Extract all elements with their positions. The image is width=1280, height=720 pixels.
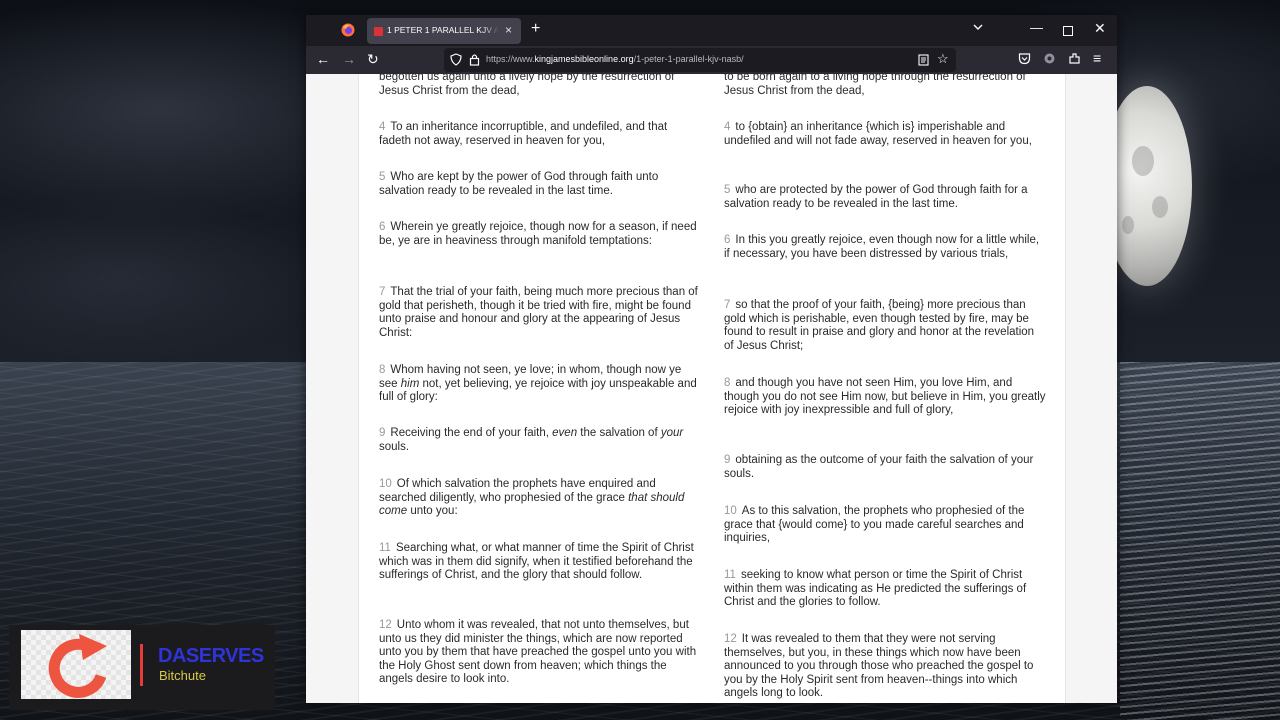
url-text[interactable]: https://www.kingjamesbibleonline.org/1-p… (486, 54, 744, 64)
forward-button[interactable]: → (342, 51, 356, 67)
kjv-verse-4: 4 To an inheritance incorruptible, and un… (379, 121, 701, 148)
verse-text: begotten us again unto a lively hope by … (379, 74, 675, 97)
chevron-down-icon[interactable] (972, 21, 984, 33)
nasb-verse-7: 7 so that the proof of your faith, {being… (724, 299, 1046, 353)
nasb-verse-6: 6 In this you greatly rejoice, even thoug… (724, 234, 1046, 261)
verse-text: Of which salvation the prophets have enq… (379, 478, 685, 518)
kjv-verse-11: 11 Searching what, or what manner of time… (379, 542, 701, 583)
verse-text: Searching what, or what manner of time t… (379, 542, 694, 582)
verse-number[interactable]: 8 (379, 364, 385, 376)
verse-number[interactable]: 7 (724, 299, 730, 311)
moonlight-reflection (1120, 362, 1280, 720)
extensions-icon[interactable] (1068, 52, 1081, 65)
verse-text: so that the proof of your faith, {being}… (724, 299, 1035, 352)
page-viewport[interactable]: begotten us again unto a lively hope by … (306, 74, 1117, 703)
verse-text: Unto whom it was revealed, that not unto… (379, 619, 697, 686)
verse-number[interactable]: 10 (379, 478, 392, 490)
tab-1-peter-parallel[interactable]: 1 PETER 1 PARALLEL KJV AND NASB × (367, 18, 521, 44)
verse-number[interactable]: 9 (724, 454, 730, 466)
tab-title: 1 PETER 1 PARALLEL KJV AND NASB (387, 25, 499, 35)
verse-text: Wherein ye greatly rejoice, though now f… (379, 221, 697, 247)
parallel-bible-content: begotten us again unto a lively hope by … (358, 74, 1066, 703)
navigation-toolbar: ← → ↻ https://www.kingjamesbibleonline.o… (306, 46, 1117, 74)
nasb-verse-11: 11 seeking to know what person or time th… (724, 569, 1046, 610)
close-window-button[interactable]: ✕ (1094, 20, 1106, 37)
site-favicon-icon (374, 27, 383, 36)
kjv-verse-7: 7 That the trial of your faith, being muc… (379, 286, 701, 340)
verse-text: That the trial of your faith, being much… (379, 286, 698, 339)
verse-text: As to this salvation, the prophets who p… (724, 505, 1025, 545)
channel-name: DASERVES (158, 645, 264, 667)
maximize-button[interactable] (1063, 26, 1073, 36)
verse-text: Whom having not seen, ye love; in whom, … (379, 364, 697, 404)
kjv-verse-6: 6 Wherein ye greatly rejoice, though now … (379, 221, 701, 248)
address-bar[interactable]: https://www.kingjamesbibleonline.org/1-p… (444, 48, 956, 72)
reader-view-icon[interactable] (918, 54, 929, 66)
verse-number[interactable]: 6 (724, 234, 730, 246)
back-button[interactable]: ← (316, 51, 330, 67)
verse-number[interactable]: 4 (379, 121, 385, 133)
verse-number[interactable]: 12 (379, 619, 392, 631)
verse-text: Who are kept by the power of God through… (379, 171, 659, 197)
kjv-verse-8: 8 Whom having not seen, ye love; in whom,… (379, 364, 701, 405)
verse-text: and though you have not seen Him, you lo… (724, 377, 1046, 417)
kjv-verse-10: 10 Of which salvation the prophets have e… (379, 478, 701, 519)
verse-number[interactable]: 12 (724, 633, 737, 645)
verse-number[interactable]: 10 (724, 505, 737, 517)
verse-text: In this you greatly rejoice, even though… (724, 234, 1040, 260)
verse-number[interactable]: 4 (724, 121, 730, 133)
bookmark-star-icon[interactable]: ☆ (937, 51, 949, 67)
verse-text: Receiving the end of your faith, even th… (379, 427, 684, 453)
watermark-divider (140, 644, 143, 686)
nasb-verse-10: 10 As to this salvation, the prophets who… (724, 505, 1046, 546)
verse-number[interactable]: 5 (724, 184, 730, 196)
minimize-button[interactable]: — (1030, 20, 1043, 35)
verse-text: seeking to know what person or time the … (724, 569, 1027, 609)
verse-number[interactable]: 9 (379, 427, 385, 439)
verse-text: to be born again to a living hope throug… (724, 74, 1026, 97)
channel-logo (21, 630, 131, 699)
verse-number[interactable]: 6 (379, 221, 385, 233)
pocket-icon[interactable] (1018, 52, 1031, 65)
nasb-verse-8: 8 and though you have not seen Him, you l… (724, 377, 1046, 418)
kjv-verse-continued: begotten us again unto a lively hope by … (379, 74, 701, 98)
verse-number[interactable]: 8 (724, 377, 730, 389)
verse-text: It was revealed to them that they were n… (724, 633, 1034, 700)
verse-text: who are protected by the power of God th… (724, 184, 1028, 210)
kjv-verse-5: 5 Who are kept by the power of God throug… (379, 171, 701, 198)
firefox-icon[interactable] (341, 23, 355, 37)
verse-number[interactable]: 5 (379, 171, 385, 183)
verse-number[interactable]: 7 (379, 286, 385, 298)
refresh-arrow-icon (48, 634, 107, 698)
channel-platform: Bitchute (159, 668, 206, 683)
lock-icon[interactable] (469, 53, 480, 66)
extension-puzzle-icon[interactable] (1043, 52, 1056, 65)
verse-text: to {obtain} an inheritance {which is} im… (724, 121, 1032, 147)
nasb-verse-12: 12 It was revealed to them that they were… (724, 633, 1046, 701)
nasb-verse-9: 9 obtaining as the outcome of your faith … (724, 454, 1046, 481)
nasb-verse-4: 4 to {obtain} an inheritance {which is} i… (724, 121, 1046, 148)
kjv-verse-9: 9 Receiving the end of your faith, even t… (379, 427, 701, 454)
verse-number[interactable]: 11 (379, 542, 391, 554)
verse-number[interactable]: 11 (724, 569, 736, 581)
shield-icon[interactable] (450, 53, 462, 66)
app-menu-button[interactable]: ≡ (1093, 50, 1101, 66)
new-tab-button[interactable]: + (531, 20, 540, 38)
reload-button[interactable]: ↻ (367, 51, 379, 68)
tab-close-icon[interactable]: × (505, 23, 512, 37)
nasb-verse-continued: to be born again to a living hope throug… (724, 74, 1046, 98)
browser-window: 1 PETER 1 PARALLEL KJV AND NASB × + — ✕ … (306, 15, 1117, 703)
verse-text: obtaining as the outcome of your faith t… (724, 454, 1034, 480)
tab-bar: 1 PETER 1 PARALLEL KJV AND NASB × + — ✕ (306, 15, 1117, 46)
nasb-verse-5: 5 who are protected by the power of God t… (724, 184, 1046, 211)
kjv-verse-12: 12 Unto whom it was revealed, that not un… (379, 619, 701, 687)
channel-watermark: DASERVES Bitchute (9, 625, 275, 710)
verse-text: To an inheritance incorruptible, and und… (379, 121, 668, 147)
